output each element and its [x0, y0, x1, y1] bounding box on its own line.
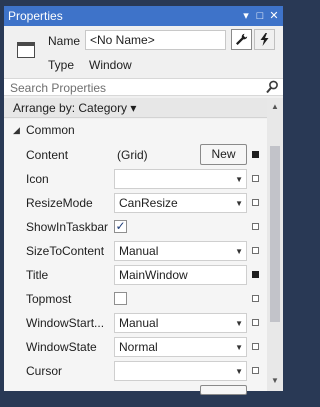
property-name: SizeToContent — [26, 244, 105, 258]
dropdown-arrow-icon: ▼ — [235, 343, 243, 352]
property-name: WindowStart... — [26, 316, 105, 330]
property-marker[interactable] — [252, 175, 259, 182]
window-title: Properties — [8, 9, 63, 23]
property-marker[interactable] — [252, 295, 259, 302]
category-label: Common — [26, 123, 75, 137]
scroll-down-icon[interactable]: ▼ — [267, 374, 283, 388]
dropdown-arrow-icon: ▼ — [235, 247, 243, 256]
icon-select[interactable]: ▼ — [114, 169, 247, 189]
property-row-partial — [4, 383, 267, 407]
property-row-size-to-content: SizeToContent Manual ▼ — [4, 239, 267, 263]
window-startup-location-select[interactable]: Manual ▼ — [114, 313, 247, 333]
properties-window: Properties ▾ □ ✕ Name <No Name> Type Win… — [0, 0, 287, 395]
scrollbar-thumb[interactable] — [270, 146, 280, 322]
property-row-show-in-taskbar: ShowInTaskbar ✓ — [4, 215, 267, 239]
property-grid: ◢ Common Content (Grid) New Icon ▼ Resiz… — [4, 119, 267, 395]
window-state-select[interactable]: Normal ▼ — [114, 337, 247, 357]
property-value: (Grid) — [117, 148, 148, 162]
properties-panel: Name <No Name> Type Window Search Proper… — [4, 26, 283, 395]
maximize-icon[interactable]: □ — [253, 9, 267, 23]
property-row-title: Title MainWindow — [4, 263, 267, 287]
property-row-topmost: Topmost — [4, 287, 267, 311]
arrange-by-bar: Arrange by: Category ▾ — [4, 98, 283, 118]
dropdown-arrow-icon: ▼ — [235, 175, 243, 184]
properties-button[interactable] — [231, 29, 252, 50]
property-name: ShowInTaskbar — [26, 220, 109, 234]
property-marker[interactable] — [252, 319, 259, 326]
property-marker[interactable] — [252, 343, 259, 350]
vertical-scrollbar[interactable]: ▲ ▼ — [267, 98, 283, 391]
property-marker[interactable] — [252, 271, 259, 278]
partial-row-button[interactable] — [200, 385, 247, 395]
wrench-icon — [236, 33, 248, 45]
property-name: ResizeMode — [26, 196, 93, 210]
object-header: Name <No Name> Type Window — [4, 26, 283, 76]
property-name: WindowState — [26, 340, 97, 354]
property-name: Title — [26, 268, 49, 282]
cursor-select[interactable]: ▼ — [114, 361, 247, 381]
property-marker[interactable] — [252, 247, 259, 254]
arrange-by-dropdown[interactable]: Arrange by: Category ▾ — [13, 101, 136, 115]
collapse-triangle-icon[interactable]: ◢ — [13, 125, 20, 136]
property-marker[interactable] — [252, 151, 259, 158]
dropdown-icon[interactable]: ▾ — [239, 9, 253, 23]
name-label: Name — [48, 34, 81, 48]
property-row-resize-mode: ResizeMode CanResize ▼ — [4, 191, 267, 215]
lightning-icon — [260, 33, 269, 46]
title-tab[interactable]: Properties ▾ □ ✕ — [4, 6, 283, 26]
property-row-cursor: Cursor ▼ — [4, 359, 267, 383]
category-header[interactable]: ◢ Common — [4, 120, 267, 140]
dropdown-arrow-icon: ▼ — [235, 319, 243, 328]
property-row-window-startup-location: WindowStart... Manual ▼ — [4, 311, 267, 335]
dropdown-arrow-icon: ▼ — [235, 367, 243, 376]
events-button[interactable] — [254, 29, 275, 50]
property-name: Topmost — [26, 292, 72, 306]
property-name: Cursor — [26, 364, 63, 378]
scroll-up-icon[interactable]: ▲ — [267, 100, 283, 114]
close-icon[interactable]: ✕ — [267, 9, 281, 23]
property-row-content: Content (Grid) New — [4, 143, 267, 167]
dropdown-arrow-icon: ▼ — [235, 199, 243, 208]
type-label: Type — [48, 58, 75, 72]
property-name: Icon — [26, 172, 49, 186]
new-content-button[interactable]: New — [200, 144, 247, 165]
property-marker[interactable] — [252, 199, 259, 206]
search-input[interactable]: Search Properties — [10, 81, 106, 95]
resize-mode-select[interactable]: CanResize ▼ — [114, 193, 247, 213]
property-row-window-state: WindowState Normal ▼ — [4, 335, 267, 359]
property-marker[interactable] — [252, 367, 259, 374]
type-value: Window — [89, 58, 132, 72]
property-marker[interactable] — [252, 223, 259, 230]
show-in-taskbar-checkbox[interactable]: ✓ — [114, 220, 127, 233]
topmost-checkbox[interactable] — [114, 292, 127, 305]
title-field[interactable]: MainWindow — [114, 265, 247, 285]
name-field[interactable]: <No Name> — [85, 30, 226, 50]
window-object-icon — [17, 42, 35, 58]
property-row-icon: Icon ▼ — [4, 167, 267, 191]
search-box[interactable]: Search Properties — [4, 78, 283, 96]
size-to-content-select[interactable]: Manual ▼ — [114, 241, 247, 261]
property-name: Content — [26, 148, 69, 162]
search-icon — [266, 80, 278, 94]
